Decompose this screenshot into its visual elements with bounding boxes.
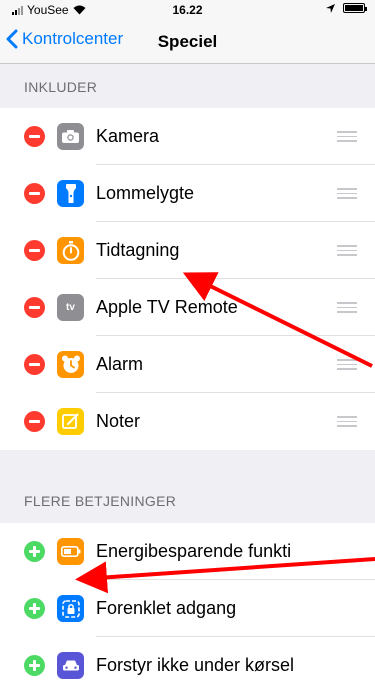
status-right — [326, 3, 367, 13]
item-label: Energibesparende funkti — [96, 541, 292, 561]
list-item: Noter — [0, 393, 375, 450]
section-header-include: INKLUDER — [24, 79, 98, 95]
list-item: Lommelygte — [0, 165, 375, 222]
section-header-more: FLERE BETJENINGER — [24, 493, 177, 509]
appletv-icon-text: tv — [66, 302, 75, 313]
reorder-handle[interactable] — [337, 302, 357, 313]
item-label: Apple TV Remote — [96, 297, 238, 317]
battery-icon — [57, 538, 84, 565]
location-icon — [326, 3, 335, 13]
camera-icon — [57, 123, 84, 150]
reorder-handle[interactable] — [337, 188, 357, 199]
flashlight-icon — [57, 180, 84, 207]
page-title: Speciel — [157, 32, 218, 51]
remove-button[interactable] — [24, 411, 45, 432]
list-item: Tidtagning — [0, 222, 375, 279]
remove-button[interactable] — [24, 240, 45, 261]
alarm-clock-icon — [57, 351, 84, 378]
appletv-icon: tv — [57, 294, 84, 321]
item-label: Kamera — [96, 126, 160, 146]
include-list: Kamera Lommelygte Tidtagning tv Apple TV… — [0, 108, 375, 450]
guided-access-icon — [57, 595, 84, 622]
reorder-handle[interactable] — [337, 245, 357, 256]
list-item: Kamera — [0, 108, 375, 165]
item-label: Tidtagning — [96, 240, 180, 260]
more-list: Energibesparende funkti Forenklet adgang… — [0, 523, 375, 694]
item-label: Alarm — [96, 354, 144, 374]
status-time: 16.22 — [172, 3, 203, 17]
remove-button[interactable] — [24, 297, 45, 318]
item-label: Lommelygte — [96, 183, 195, 203]
list-item: tv Apple TV Remote — [0, 279, 375, 336]
notes-icon — [57, 408, 84, 435]
item-label: Noter — [96, 411, 141, 431]
add-button[interactable] — [24, 598, 45, 619]
reorder-handle[interactable] — [337, 416, 357, 427]
list-item: Forenklet adgang — [0, 580, 375, 637]
status-bar: YouSee 16.22 — [0, 0, 375, 20]
reorder-handle[interactable] — [337, 131, 357, 142]
navigation-bar: Kontrolcenter Speciel — [0, 20, 375, 64]
battery-icon — [343, 3, 367, 13]
remove-button[interactable] — [24, 183, 45, 204]
remove-button[interactable] — [24, 354, 45, 375]
item-label: Forenklet adgang — [96, 598, 237, 618]
remove-button[interactable] — [24, 126, 45, 147]
stopwatch-icon — [57, 237, 84, 264]
list-item: Alarm — [0, 336, 375, 393]
list-item: Energibesparende funkti — [0, 523, 375, 580]
reorder-handle[interactable] — [337, 359, 357, 370]
add-button[interactable] — [24, 541, 45, 562]
